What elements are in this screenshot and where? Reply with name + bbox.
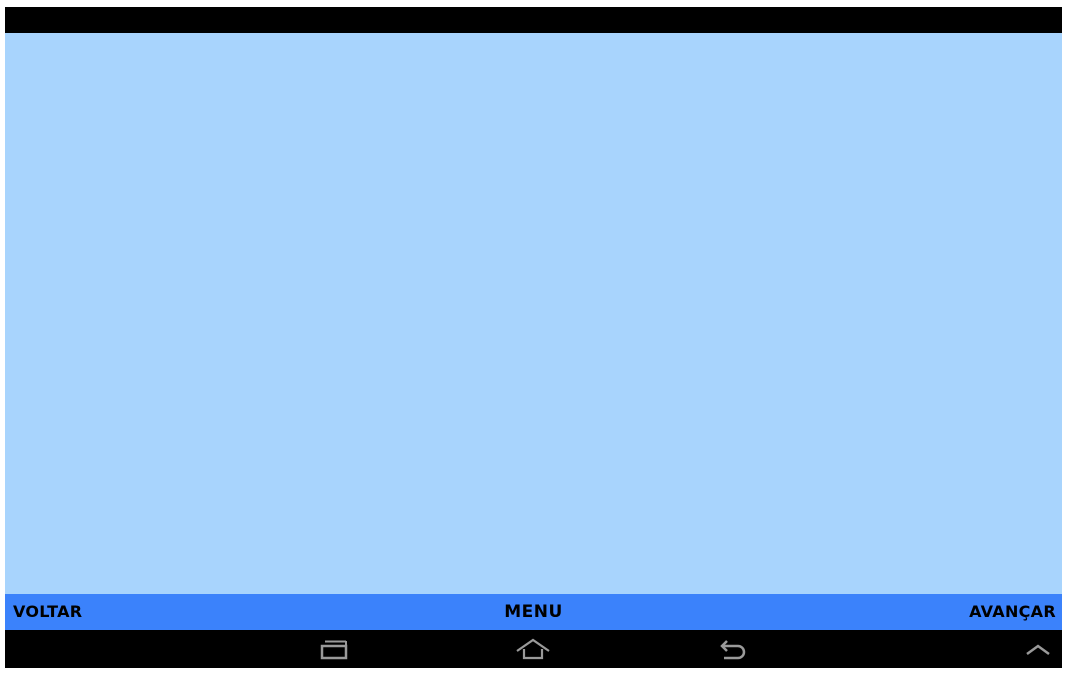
forward-button[interactable]: AVANÇAR	[969, 594, 1056, 630]
menu-button[interactable]: MENU	[504, 602, 563, 622]
device-screen: VOLTAR MENU AVANÇAR	[5, 7, 1062, 668]
bottom-nav-bar: VOLTAR MENU AVANÇAR	[5, 594, 1062, 630]
chevron-up-icon[interactable]	[1023, 636, 1053, 662]
menu-button-wrapper: MENU	[5, 594, 1062, 630]
system-navigation-bar	[5, 630, 1062, 668]
content-area	[5, 33, 1062, 594]
back-button[interactable]: VOLTAR	[13, 594, 82, 630]
recent-apps-icon[interactable]	[317, 636, 351, 662]
home-icon[interactable]	[513, 636, 553, 662]
status-bar	[5, 7, 1062, 33]
back-icon[interactable]	[715, 636, 749, 662]
